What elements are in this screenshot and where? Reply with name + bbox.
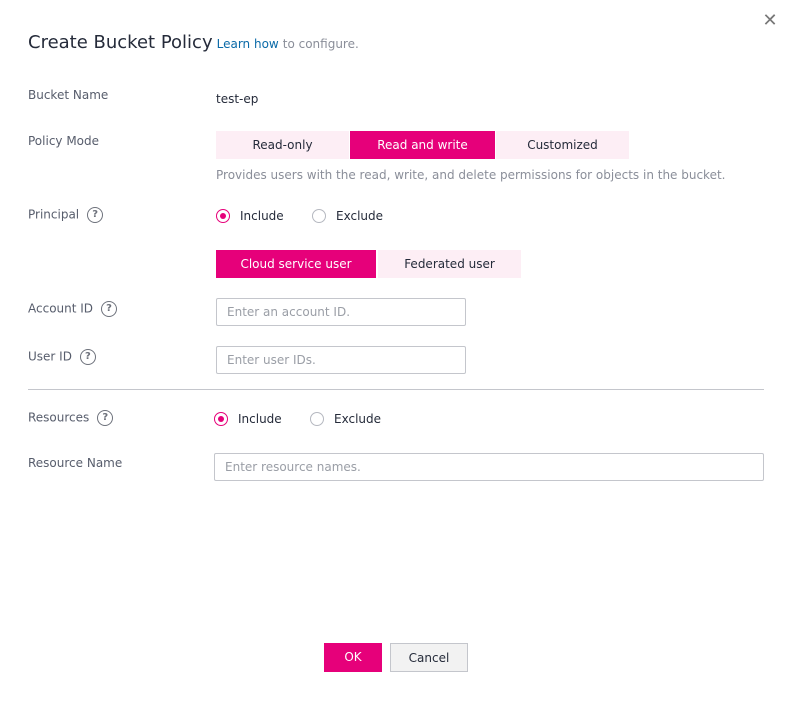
resource-name-label: Resource Name xyxy=(28,456,123,470)
help-icon[interactable]: ? xyxy=(79,349,96,365)
principal-include-option[interactable]: Include xyxy=(216,209,284,223)
resources-label-text: Resources xyxy=(28,410,90,425)
policy-mode-customized[interactable]: Customized xyxy=(496,131,629,159)
help-icon[interactable]: ? xyxy=(97,410,114,426)
ok-button[interactable]: OK xyxy=(324,643,382,672)
cancel-button[interactable]: Cancel xyxy=(390,643,468,672)
section-divider xyxy=(28,389,764,390)
policy-mode-hint: Provides users with the read, write, and… xyxy=(216,168,726,182)
user-type-cloud-service[interactable]: Cloud service user xyxy=(216,250,376,278)
bucket-name-value: test-ep xyxy=(216,92,259,106)
account-id-label: Account ID? xyxy=(28,301,118,317)
principal-label: Principal? xyxy=(28,207,104,223)
resources-exclude-option[interactable]: Exclude xyxy=(310,412,381,426)
help-icon[interactable]: ? xyxy=(101,301,118,317)
dialog-title-text: Create Bucket Policy xyxy=(28,32,213,53)
resource-name-input[interactable]: Enter resource names. xyxy=(214,453,764,481)
close-icon[interactable]: ✕ xyxy=(761,12,779,30)
user-type-federated[interactable]: Federated user xyxy=(378,250,521,278)
dialog-title: Create Bucket Policy Learn how to configur… xyxy=(28,32,359,53)
policy-mode-read-and-write[interactable]: Read and write xyxy=(350,131,495,159)
resources-exclude-label: Exclude xyxy=(334,412,382,426)
account-id-label-text: Account ID xyxy=(28,301,94,316)
resources-include-label: Include xyxy=(238,412,282,426)
help-icon[interactable]: ? xyxy=(87,207,104,223)
principal-exclude-option[interactable]: Exclude xyxy=(312,209,383,223)
principal-label-text: Principal xyxy=(28,207,80,222)
resources-label: Resources? xyxy=(28,410,114,426)
learn-how-tail: to configure. xyxy=(282,37,359,51)
radio-unchecked-icon[interactable] xyxy=(312,209,326,223)
account-id-input[interactable]: Enter an account ID. xyxy=(216,298,466,326)
policy-mode-label: Policy Mode xyxy=(28,134,100,148)
radio-checked-icon[interactable] xyxy=(214,412,228,426)
policy-mode-read-only[interactable]: Read-only xyxy=(216,131,349,159)
resources-include-option[interactable]: Include xyxy=(214,412,282,426)
principal-exclude-label: Exclude xyxy=(336,209,384,223)
radio-unchecked-icon[interactable] xyxy=(310,412,324,426)
principal-include-label: Include xyxy=(240,209,284,223)
learn-how-link[interactable]: Learn how xyxy=(217,37,279,51)
radio-checked-icon[interactable] xyxy=(216,209,230,223)
user-id-label-text: User ID xyxy=(28,349,72,364)
user-id-label: User ID? xyxy=(28,349,96,365)
user-id-input[interactable]: Enter user IDs. xyxy=(216,346,466,374)
bucket-name-label: Bucket Name xyxy=(28,88,109,102)
